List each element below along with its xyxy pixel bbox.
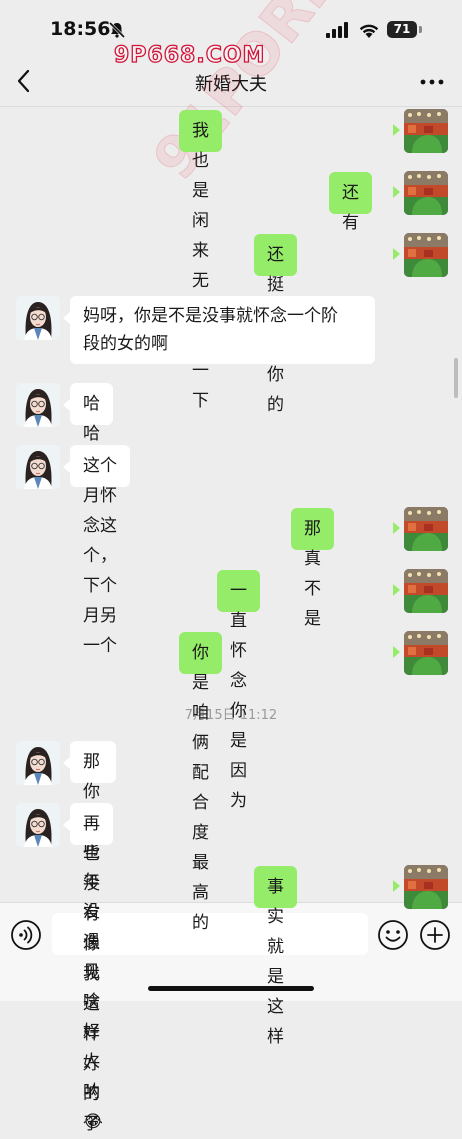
chat-scrollbar[interactable]: [454, 358, 458, 398]
received-message-bubble[interactable]: 那你这些年没遇见啥好人呐😂: [70, 741, 116, 1132]
home-indicator: [148, 986, 314, 991]
sent-message-bubble[interactable]: 一直怀念你是因为: [217, 570, 260, 811]
bubble-tail: [63, 399, 70, 411]
cellular-signal-icon: [326, 22, 348, 38]
my-avatar[interactable]: [404, 171, 448, 215]
my-avatar[interactable]: [404, 569, 448, 613]
received-message-bubble[interactable]: 再也没有像我这样好的了: [70, 803, 113, 1134]
sent-message-bubble[interactable]: 事实就是这样: [254, 866, 297, 1047]
watermark-text-top: 9P668.COM: [113, 42, 266, 68]
message-line: 妈呀，你是不是没事就怀念一个阶: [83, 306, 338, 326]
bubble-tail: [393, 584, 400, 596]
bubble-tail: [63, 757, 70, 769]
sent-message-bubble[interactable]: 还挺怀念你的: [254, 234, 297, 415]
bubble-tail: [63, 461, 70, 473]
bubble-tail: [393, 248, 400, 260]
contact-avatar[interactable]: [16, 296, 60, 340]
my-avatar[interactable]: [404, 233, 448, 277]
bell-muted-icon: [108, 21, 126, 39]
more-dots-icon[interactable]: [420, 78, 444, 86]
contact-avatar[interactable]: [16, 383, 60, 427]
received-message-bubble[interactable]: 哈哈哈: [70, 383, 113, 474]
sent-message-bubble[interactable]: 还有: [329, 172, 372, 233]
chat-title: 新婚大夫: [195, 74, 267, 95]
bubble-tail: [63, 312, 70, 324]
sent-message-bubble[interactable]: 你是咱俩配合度最高的: [179, 632, 222, 933]
my-avatar[interactable]: [404, 631, 448, 675]
my-avatar[interactable]: [404, 109, 448, 153]
wifi-icon: [359, 24, 379, 38]
bubble-tail: [393, 522, 400, 534]
contact-avatar[interactable]: [16, 445, 60, 489]
status-time: 18:56: [50, 18, 111, 40]
my-avatar[interactable]: [404, 865, 448, 909]
sent-message-bubble[interactable]: 我也是闲来无事看一下: [179, 110, 222, 411]
bubble-tail: [393, 186, 400, 198]
emoji-icon[interactable]: [377, 919, 409, 951]
message-line: 段的女的啊: [83, 334, 168, 354]
battery-indicator: 71: [387, 21, 417, 38]
bubble-tail: [393, 646, 400, 658]
my-avatar[interactable]: [404, 507, 448, 551]
voice-icon[interactable]: [10, 919, 42, 951]
plus-icon[interactable]: [419, 919, 451, 951]
received-message-bubble[interactable]: 妈呀，你是不是没事就怀念一个阶 段的女的啊: [70, 296, 375, 364]
contact-avatar[interactable]: [16, 803, 60, 847]
contact-avatar[interactable]: [16, 741, 60, 785]
bubble-tail: [393, 880, 400, 892]
received-message-bubble[interactable]: 这个月怀念这个，下个月另一个: [70, 445, 130, 656]
bubble-tail: [63, 819, 70, 831]
bubble-tail: [393, 124, 400, 136]
sent-message-bubble[interactable]: 那真不是: [291, 508, 334, 629]
battery-tip: [419, 26, 422, 33]
